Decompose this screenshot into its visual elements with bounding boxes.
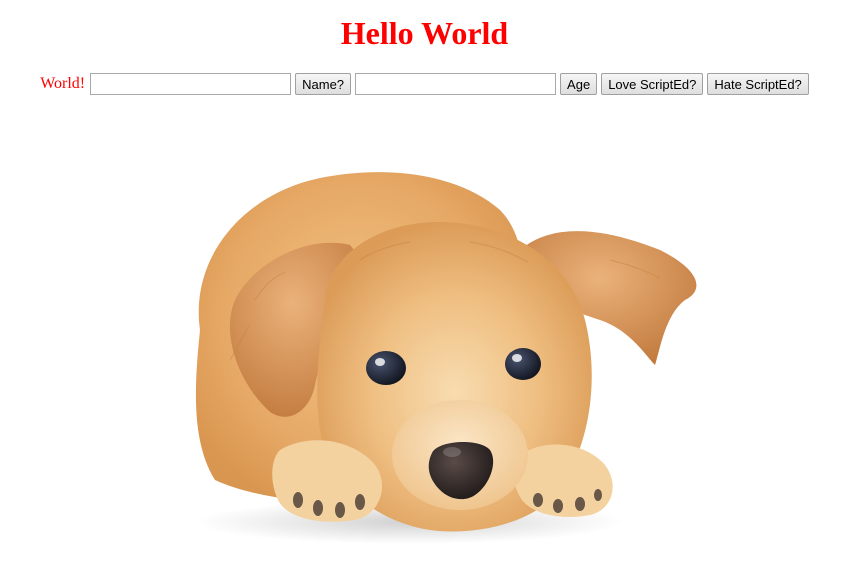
input-row: World! Name? Age Love ScriptEd? Hate Scr… <box>0 73 849 95</box>
age-input[interactable] <box>355 73 557 95</box>
age-button[interactable]: Age <box>560 73 598 95</box>
left-eye <box>366 351 406 385</box>
world-label: World! <box>40 75 86 92</box>
right-eye <box>505 348 541 380</box>
name-input[interactable] <box>90 73 292 95</box>
love-scripted-button[interactable]: Love ScriptEd? <box>601 73 704 95</box>
puppy-image <box>195 172 697 544</box>
hate-scripted-button[interactable]: Hate ScriptEd? <box>707 73 809 95</box>
page-title: Hello World <box>340 15 509 51</box>
name-button[interactable]: Name? <box>295 73 352 95</box>
